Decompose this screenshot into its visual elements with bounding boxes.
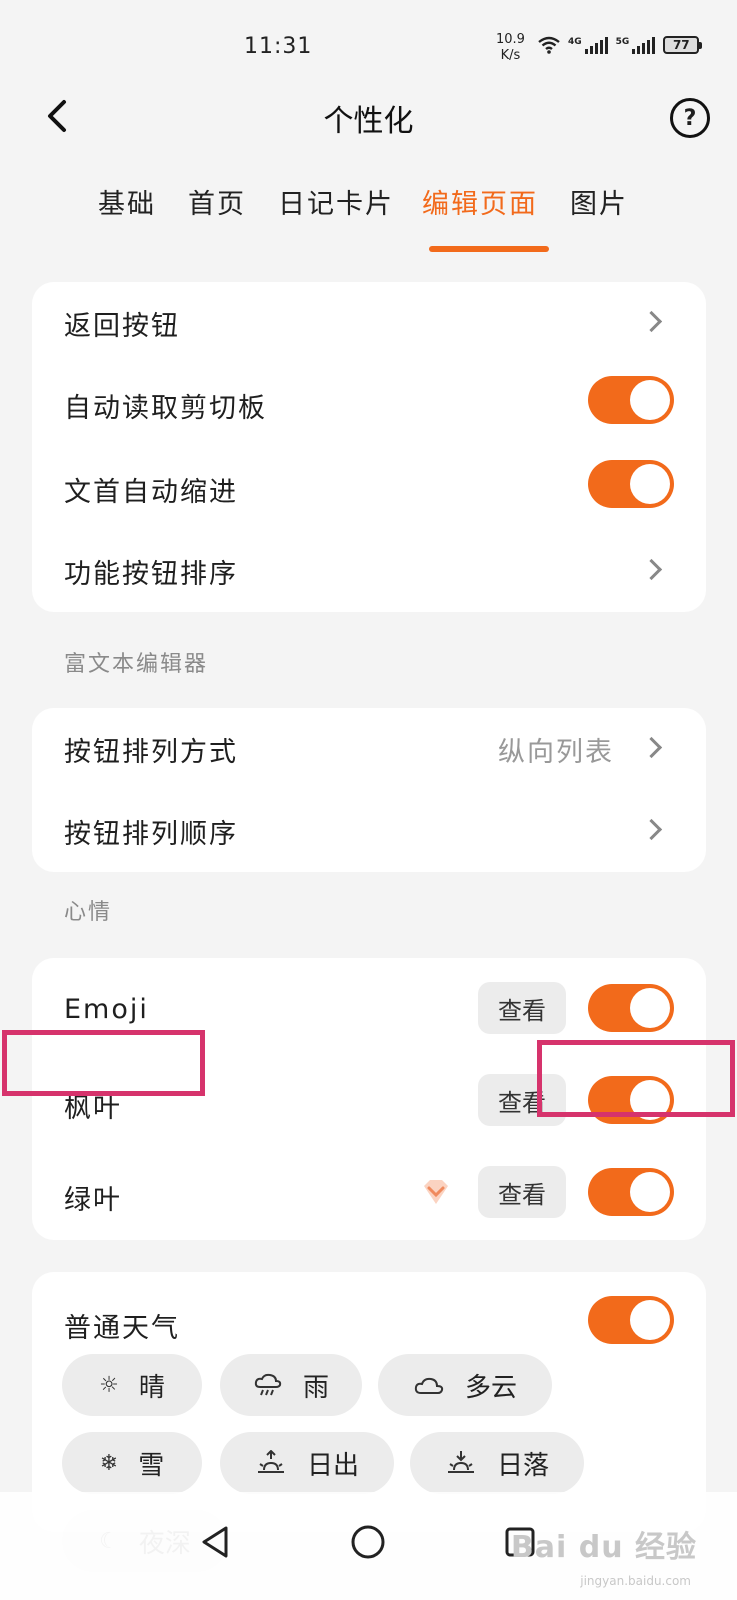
weather-chip-label: 日落 [496,1450,549,1481]
network-speed: 10.9 K/s [496,32,525,64]
weather-chip-label: 晴 [138,1372,165,1403]
sim2-type: 5G [615,37,630,47]
back-button-label: 返回按钮 [64,311,180,342]
button-layout-label: 按钮排列方式 [64,737,238,768]
highlight-box-maple-toggle [537,1040,735,1117]
sunrise-icon [257,1450,284,1473]
network-speed-value: 10.9 [496,32,525,47]
tab-bar: 基础 首页 日记卡片 编辑页面 图片 [0,182,737,252]
function-button-order-label: 功能按钮排序 [64,559,238,590]
nav-back-icon[interactable] [196,1522,236,1562]
weather-chip-label: 雪 [138,1450,165,1481]
chevron-right-icon [642,304,666,340]
tab-edit-page[interactable]: 编辑页面 [422,182,538,221]
sunset-icon [447,1451,474,1473]
tab-home[interactable]: 首页 [188,182,246,221]
wifi-icon [538,36,560,54]
auto-read-clipboard-toggle[interactable] [588,376,674,424]
status-icons: 4G 5G 77 [538,36,703,54]
weather-chip-label: 雨 [302,1372,329,1403]
tab-basic[interactable]: 基础 [98,182,156,221]
auto-indent-toggle[interactable] [588,460,674,508]
auto-indent-row: 文首自动缩进 [32,458,706,518]
help-icon[interactable]: ? [670,98,710,138]
back-button-row[interactable]: 返回按钮 [32,292,706,352]
view-button[interactable]: 查看 [478,1166,566,1218]
rich-text-card: 按钮排列方式 纵向列表 按钮排列顺序 [32,708,706,872]
mood-section-label: 心情 [64,900,113,925]
vip-diamond-icon [424,1180,448,1204]
weather-chip-rain[interactable]: 雨 [220,1354,362,1416]
signal-sim1-icon: 4G [568,37,608,54]
battery-icon: 77 [663,36,703,54]
normal-weather-toggle[interactable] [588,1296,674,1344]
nav-home-icon[interactable] [348,1522,388,1562]
weather-chip-label: 日出 [306,1450,359,1481]
chevron-right-icon [642,730,666,766]
status-time: 11:31 [244,34,313,59]
system-nav-bar: Bai du 经验 jingyan.baidu.com [0,1492,737,1600]
chevron-right-icon [642,552,666,588]
page-title: 个性化 [323,104,414,139]
tab-images[interactable]: 图片 [570,182,628,221]
button-order-row[interactable]: 按钮排列顺序 [32,800,706,860]
mood-green-leaf-row: 绿叶 查看 [32,1166,706,1226]
sun-icon: ☼ [99,1372,119,1398]
mood-green-leaf-toggle[interactable] [588,1168,674,1216]
battery-level: 77 [672,38,690,52]
rich-text-section-label: 富文本编辑器 [64,652,209,677]
function-button-order-row[interactable]: 功能按钮排序 [32,540,706,600]
snowflake-icon: ❄ [99,1450,119,1476]
auto-read-clipboard-row: 自动读取剪切板 [32,374,706,434]
normal-weather-row: 普通天气 [32,1294,706,1354]
weather-chip-sunset[interactable]: 日落 [410,1432,584,1494]
mood-emoji-toggle[interactable] [588,984,674,1032]
chevron-right-icon [642,812,666,848]
network-speed-unit: K/s [500,48,521,63]
mood-green-leaf-label: 绿叶 [64,1185,122,1216]
sim1-type: 4G [568,37,582,47]
highlight-box-maple-label [2,1030,205,1096]
tab-diary-card[interactable]: 日记卡片 [278,182,394,221]
active-tab-indicator [429,246,549,252]
weather-chip-snow[interactable]: ❄ 雪 [62,1432,202,1494]
edit-settings-card: 返回按钮 自动读取剪切板 文首自动缩进 功能按钮排序 [32,282,706,612]
weather-chip-label: 多云 [464,1372,517,1403]
mood-emoji-label: Emoji [64,994,149,1025]
button-layout-row[interactable]: 按钮排列方式 纵向列表 [32,718,706,778]
baidu-watermark-url: jingyan.baidu.com [580,1574,691,1588]
auto-read-clipboard-label: 自动读取剪切板 [64,393,267,424]
normal-weather-label: 普通天气 [64,1313,180,1344]
baidu-watermark: Bai du 经验 [510,1530,697,1565]
rain-cloud-icon [254,1373,282,1396]
weather-chip-sunrise[interactable]: 日出 [220,1432,394,1494]
auto-indent-label: 文首自动缩进 [64,477,238,508]
view-button[interactable]: 查看 [478,982,566,1034]
button-layout-value: 纵向列表 [498,737,614,768]
signal-sim2-icon: 5G [616,37,656,54]
cloud-icon [414,1377,444,1394]
weather-chip-cloudy[interactable]: 多云 [378,1354,552,1416]
button-order-label: 按钮排列顺序 [64,819,238,850]
status-bar: 11:31 10.9 K/s 4G 5G 77 [0,0,737,90]
weather-chip-sunny[interactable]: ☼ 晴 [62,1354,202,1416]
